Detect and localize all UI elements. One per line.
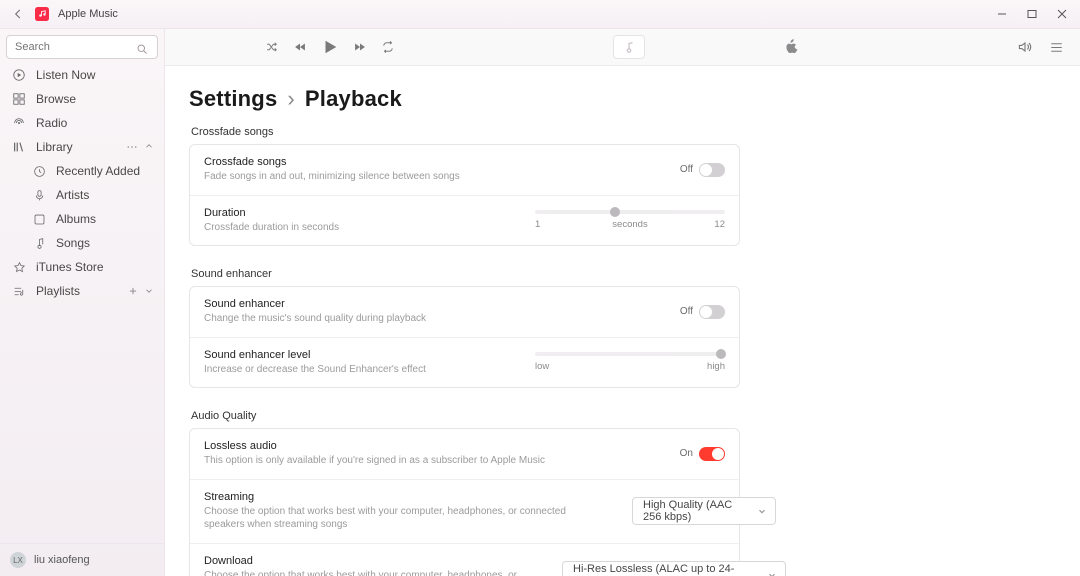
slider-mid-label: seconds [612,219,647,230]
breadcrumb: Settings › Playback [189,86,740,112]
enhancer-toggle-title: Sound enhancer [204,298,426,310]
enhancer-level-title: Sound enhancer level [204,349,426,361]
breadcrumb-root[interactable]: Settings [189,86,277,112]
repeat-button[interactable] [381,40,395,54]
play-circle-icon [12,68,26,82]
slider-min-label: low [535,361,549,372]
enhancer-toggle-desc: Change the music's sound quality during … [204,312,426,326]
enhancer-level-desc: Increase or decrease the Sound Enhancer'… [204,363,426,377]
album-icon [32,212,46,226]
sidebar-item-recently-added[interactable]: Recently Added [4,159,160,183]
sidebar-item-albums[interactable]: Albums [4,207,160,231]
account-username: liu xiaofeng [34,554,90,566]
download-title: Download [204,555,534,567]
slider-max-label: 12 [714,219,725,230]
sidebar-item-label: Library [36,140,73,154]
back-button[interactable] [10,6,26,22]
section-audioq-title: Audio Quality [191,410,738,422]
download-dropdown[interactable]: Hi-Res Lossless (ALAC up to 24-bit/192 k… [562,561,786,576]
lossless-toggle[interactable] [699,447,725,461]
shuffle-button[interactable] [265,40,279,54]
enhancer-toggle[interactable] [699,305,725,319]
window-maximize-button[interactable] [1018,0,1046,28]
next-track-button[interactable] [353,40,367,54]
sidebar-item-label: Recently Added [56,164,140,178]
sidebar-item-listen-now[interactable]: Listen Now [4,63,160,87]
chevron-down-icon[interactable] [144,286,154,296]
sidebar-item-artists[interactable]: Artists [4,183,160,207]
sidebar-item-radio[interactable]: Radio [4,111,160,135]
queue-button[interactable] [1049,40,1064,55]
music-note-icon [32,236,46,250]
streaming-value: High Quality (AAC 256 kbps) [643,499,753,523]
slider-min-label: 1 [535,219,540,230]
library-icon [12,140,26,154]
streaming-dropdown[interactable]: High Quality (AAC 256 kbps) [632,497,776,525]
sidebar-item-playlists[interactable]: Playlists [4,279,160,303]
play-button[interactable] [321,38,339,56]
clock-icon [32,164,46,178]
sidebar-item-label: Browse [36,92,76,106]
chevron-down-icon [767,570,777,576]
sidebar-item-browse[interactable]: Browse [4,87,160,111]
streaming-desc: Choose the option that works best with y… [204,505,604,532]
download-desc: Choose the option that works best with y… [204,569,534,576]
star-icon [12,260,26,274]
crossfade-duration-title: Duration [204,207,339,219]
section-enhancer: Sound enhancer Change the music's sound … [189,286,740,388]
playlist-icon [12,284,26,298]
now-playing-artwork[interactable] [613,35,645,59]
lossless-title: Lossless audio [204,440,545,452]
slider-max-label: high [707,361,725,372]
sidebar-item-label: Albums [56,212,96,226]
volume-button[interactable] [1017,39,1033,55]
lossless-desc: This option is only available if you're … [204,454,545,468]
section-crossfade: Crossfade songs Fade songs in and out, m… [189,144,740,246]
more-icon[interactable] [126,141,138,153]
previous-track-button[interactable] [293,40,307,54]
sidebar-item-label: Listen Now [36,68,95,82]
window-minimize-button[interactable] [988,0,1016,28]
radio-icon [12,116,26,130]
sidebar-item-label: Playlists [36,284,80,298]
account-footer[interactable]: LX liu xiaofeng [0,543,164,576]
apple-logo-icon [785,39,799,55]
lossless-state: On [680,448,693,459]
apple-music-app-icon [34,6,50,22]
section-crossfade-title: Crossfade songs [191,126,738,138]
crossfade-toggle[interactable] [699,163,725,177]
app-title: Apple Music [58,8,118,20]
microphone-icon [32,188,46,202]
section-enhancer-title: Sound enhancer [191,268,738,280]
sidebar-item-itunes-store[interactable]: iTunes Store [4,255,160,279]
sidebar-item-label: Radio [36,116,67,130]
streaming-title: Streaming [204,491,604,503]
sidebar-item-label: iTunes Store [36,260,104,274]
sidebar-item-songs[interactable]: Songs [4,231,160,255]
sidebar-item-label: Artists [56,188,89,202]
chevron-down-icon [757,506,767,516]
section-audio-quality: Lossless audio This option is only avail… [189,428,740,576]
search-icon [134,41,150,57]
download-value: Hi-Res Lossless (ALAC up to 24-bit/192 k… [573,563,763,576]
window-close-button[interactable] [1048,0,1076,28]
crossfade-toggle-state: Off [680,164,693,175]
chevron-up-icon[interactable] [144,141,154,153]
crossfade-toggle-title: Crossfade songs [204,156,460,168]
crossfade-toggle-desc: Fade songs in and out, minimizing silenc… [204,170,460,184]
enhancer-level-slider[interactable] [535,352,725,356]
plus-icon[interactable] [128,286,138,296]
grid-icon [12,92,26,106]
breadcrumb-current: Playback [305,86,402,112]
chevron-right-icon: › [287,86,295,112]
crossfade-duration-slider[interactable] [535,210,725,214]
crossfade-duration-desc: Crossfade duration in seconds [204,221,339,235]
enhancer-toggle-state: Off [680,306,693,317]
avatar: LX [10,552,26,568]
sidebar-item-label: Songs [56,236,90,250]
sidebar-item-library[interactable]: Library [4,135,160,159]
